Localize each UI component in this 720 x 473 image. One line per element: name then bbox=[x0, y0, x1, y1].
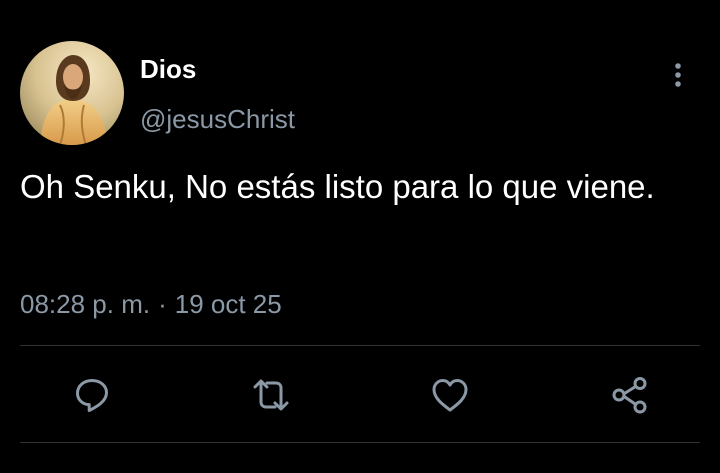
tweet-date: 19 oct 25 bbox=[174, 289, 282, 319]
tweet-time: 08:28 p. m. bbox=[20, 289, 151, 319]
avatar[interactable] bbox=[20, 41, 124, 145]
tweet-card: Dios @jesusChrist Oh Senku, No estás lis… bbox=[0, 0, 720, 473]
user-handle[interactable]: @jesusChrist bbox=[140, 102, 295, 136]
profile-photo-icon bbox=[20, 41, 124, 145]
display-name[interactable]: Dios bbox=[140, 53, 196, 85]
divider bbox=[20, 442, 700, 443]
share-icon bbox=[612, 377, 647, 414]
meta-separator: · bbox=[158, 289, 167, 319]
heart-icon bbox=[432, 379, 468, 412]
more-options-button[interactable] bbox=[664, 60, 692, 90]
tweet-text: Oh Senku, No estás listo para lo que vie… bbox=[20, 168, 655, 205]
reply-button[interactable] bbox=[70, 373, 114, 417]
tweet-timestamp[interactable]: 08:28 p. m. · 19 oct 25 bbox=[20, 286, 282, 322]
like-button[interactable] bbox=[428, 373, 472, 417]
reply-icon bbox=[76, 379, 108, 412]
more-vertical-icon bbox=[675, 63, 681, 87]
retweet-button[interactable] bbox=[249, 373, 293, 417]
divider bbox=[20, 345, 700, 346]
retweet-icon bbox=[253, 379, 289, 411]
share-button[interactable] bbox=[608, 373, 652, 417]
